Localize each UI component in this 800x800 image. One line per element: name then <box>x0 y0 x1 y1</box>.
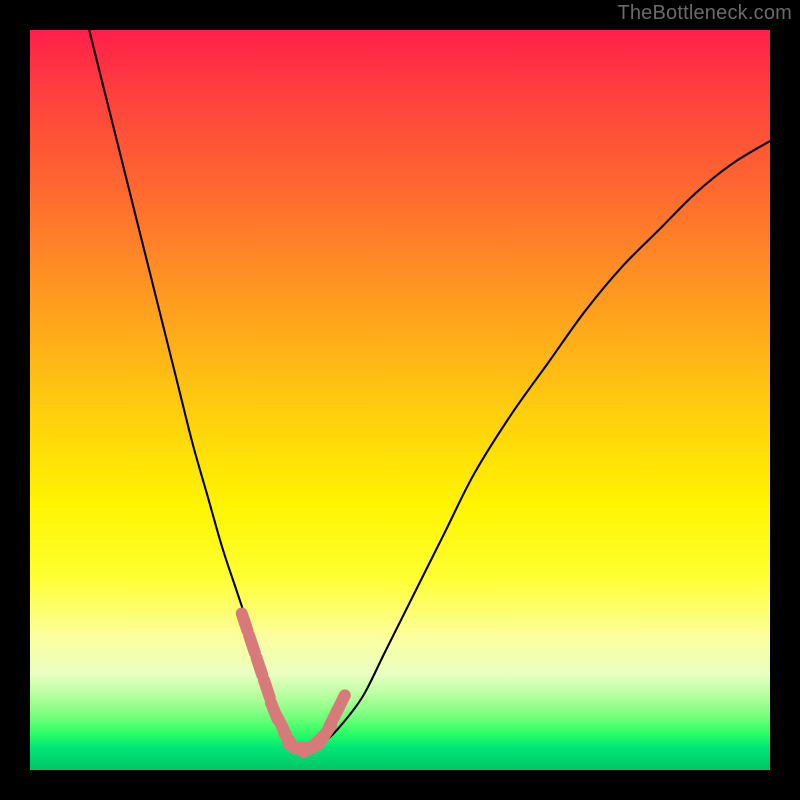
bottleneck-marker-segment <box>249 636 255 653</box>
bottleneck-marker-segment <box>257 658 263 675</box>
watermark-text: TheBottleneck.com <box>617 2 792 25</box>
bottleneck-curve-line <box>89 30 770 748</box>
chart-plot-area <box>30 30 770 770</box>
bottleneck-curve-svg <box>30 30 770 770</box>
bottleneck-marker-segment <box>264 680 270 697</box>
bottleneck-marker-segment <box>242 613 248 630</box>
bottleneck-marker-segment <box>337 695 345 711</box>
chart-frame: TheBottleneck.com <box>0 0 800 800</box>
bottleneck-marker-group <box>242 613 345 751</box>
